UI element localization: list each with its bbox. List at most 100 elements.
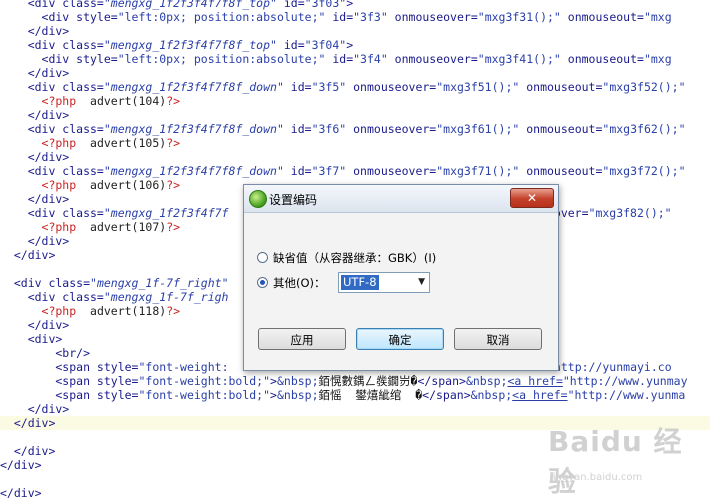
radio-default-button[interactable] bbox=[257, 252, 268, 263]
code-token: </div> bbox=[0, 192, 70, 206]
code-line[interactable]: <?php advert(104)?> bbox=[0, 94, 710, 108]
apply-button[interactable]: 应用 bbox=[258, 328, 346, 350]
close-button[interactable]: ✕ bbox=[510, 188, 554, 208]
code-token: "mxg3f31();" bbox=[477, 10, 561, 24]
close-icon: ✕ bbox=[526, 191, 538, 205]
code-token: onmouseover= bbox=[387, 10, 478, 24]
code-token: <?php bbox=[0, 136, 77, 150]
code-token: <span style= bbox=[0, 374, 139, 388]
baidu-logo: Baidu 经验 bbox=[548, 425, 683, 498]
code-token: ?> bbox=[166, 178, 181, 192]
code-line[interactable]: </div> bbox=[0, 66, 710, 80]
code-token: onmouseover= bbox=[387, 52, 478, 66]
code-line[interactable]: <div class="mengxg_1f2f3f4f7f8f_top" id=… bbox=[0, 38, 710, 52]
code-token: 銆愮 鐢熺紪绾 � bbox=[318, 388, 423, 402]
code-token: "http://yunmayi.co bbox=[547, 360, 672, 374]
code-token: <a href= bbox=[512, 388, 568, 402]
code-line[interactable]: <span style="font-weight:bold;">&nbsp;銆愮… bbox=[0, 388, 710, 402]
code-token: <a href= bbox=[507, 374, 563, 388]
code-token: <div style= bbox=[0, 52, 118, 66]
code-token: "3f04" bbox=[304, 38, 347, 52]
code-token: advert(118) bbox=[76, 304, 167, 318]
cancel-button[interactable]: 取消 bbox=[454, 328, 542, 350]
code-token: "3f3" bbox=[353, 10, 388, 24]
code-token: > bbox=[346, 38, 354, 52]
encoding-select[interactable]: UTF-8 ▼ bbox=[338, 272, 430, 293]
radio-other-button[interactable] bbox=[257, 277, 268, 288]
code-line[interactable]: </div> bbox=[0, 402, 710, 416]
code-token: <div class= bbox=[0, 0, 104, 10]
code-token: <div class= bbox=[0, 206, 104, 220]
code-token: </div> bbox=[0, 150, 70, 164]
code-token: "left:0px; position:absolute;" bbox=[117, 52, 326, 66]
code-token: </div> bbox=[0, 234, 70, 248]
dialog-titlebar[interactable]: 设置编码 ✕ bbox=[244, 185, 558, 213]
code-token: > bbox=[346, 0, 354, 10]
code-token: ?> bbox=[166, 304, 181, 318]
code-line[interactable]: <div class="mengxg_1f2f3f4f7f8f_down" id… bbox=[0, 122, 710, 136]
code-token: onmouseout= bbox=[519, 122, 603, 136]
code-token: "mxg3f52();" bbox=[602, 80, 686, 94]
code-token: </div> bbox=[0, 66, 70, 80]
code-token: <?php bbox=[0, 304, 77, 318]
code-line[interactable]: <span style="font-weight:bold;">&nbsp;銆愰… bbox=[0, 374, 710, 388]
code-line[interactable]: <?php advert(105)?> bbox=[0, 136, 710, 150]
code-token: ?> bbox=[166, 220, 181, 234]
code-token: <?php bbox=[0, 220, 77, 234]
code-line[interactable]: <div style="left:0px; position:absolute;… bbox=[0, 52, 710, 66]
code-token: id= bbox=[276, 38, 305, 52]
code-token: <span style= bbox=[0, 388, 139, 402]
code-token: "mxg bbox=[643, 10, 672, 24]
code-token: </div> bbox=[0, 108, 70, 122]
code-line[interactable]: <div class="mengxg_1f2f3f4f7f8f_down" id… bbox=[0, 164, 710, 178]
code-token: "mengxg_1f2f3f4f7f8f_down" bbox=[103, 164, 284, 178]
code-token: </span> bbox=[422, 388, 471, 402]
code-token: "mxg3f41();" bbox=[477, 52, 561, 66]
code-token: <div class= bbox=[0, 276, 91, 290]
code-line[interactable]: </div> bbox=[0, 24, 710, 38]
code-token: id= bbox=[325, 52, 354, 66]
radio-other-label: 其他(O)： bbox=[273, 276, 326, 290]
code-token: &nbsp; bbox=[465, 374, 508, 388]
code-line[interactable]: </div> bbox=[0, 150, 710, 164]
code-token: onmouseout= bbox=[519, 164, 603, 178]
watermark-url: jingyan.baidu.com bbox=[550, 472, 643, 483]
code-token: ?> bbox=[166, 94, 181, 108]
code-token: <br/> bbox=[0, 346, 91, 360]
code-token: "mengxg_1f-7f_right" bbox=[90, 276, 229, 290]
ok-button[interactable]: 确定 bbox=[356, 328, 444, 350]
code-token: "mengxg_1f2f3f4f7f8f_top" bbox=[103, 38, 277, 52]
code-token: "mxg3f72();" bbox=[602, 164, 686, 178]
code-token: </div> bbox=[0, 444, 56, 458]
code-token: > bbox=[270, 374, 277, 388]
code-token: "mxg3f82();" bbox=[588, 206, 672, 220]
code-token: <span style= bbox=[0, 360, 139, 374]
code-token: ?> bbox=[166, 136, 181, 150]
app-icon bbox=[249, 190, 267, 208]
code-token: "http://www.yunmay bbox=[562, 374, 688, 388]
code-token: "font-weight: bbox=[138, 360, 229, 374]
encoding-select-value: UTF-8 bbox=[341, 275, 379, 290]
code-token: <div class= bbox=[0, 38, 104, 52]
code-token: "3f03" bbox=[304, 0, 347, 10]
code-token: </div> bbox=[0, 458, 42, 472]
code-line[interactable]: </div> bbox=[0, 108, 710, 122]
code-token: "mengxg_1f2f3f4f7f8f_down" bbox=[103, 122, 284, 136]
code-token: </div> bbox=[0, 416, 56, 430]
code-token: </div> bbox=[0, 24, 70, 38]
chevron-down-icon[interactable]: ▼ bbox=[418, 277, 425, 287]
code-token: onmouseover= bbox=[346, 164, 437, 178]
code-token: </span> bbox=[417, 374, 466, 388]
code-token: <div> bbox=[0, 332, 63, 346]
code-token: </div> bbox=[0, 318, 70, 332]
code-token: advert(104) bbox=[76, 94, 167, 108]
code-token: "mxg3f71();" bbox=[436, 164, 520, 178]
code-token: </div> bbox=[0, 486, 42, 500]
code-line[interactable]: <div class="mengxg_1f2f3f4f7f8f_top" id=… bbox=[0, 0, 710, 10]
code-token: "font-weight:bold;" bbox=[138, 374, 271, 388]
code-token: <?php bbox=[0, 178, 77, 192]
code-token: "3f7" bbox=[311, 164, 347, 178]
code-line[interactable]: <div style="left:0px; position:absolute;… bbox=[0, 10, 710, 24]
code-line[interactable]: <div class="mengxg_1f2f3f4f7f8f_down" id… bbox=[0, 80, 710, 94]
baidu-watermark: Baidu 经验 jingyan.baidu.com bbox=[548, 420, 708, 498]
